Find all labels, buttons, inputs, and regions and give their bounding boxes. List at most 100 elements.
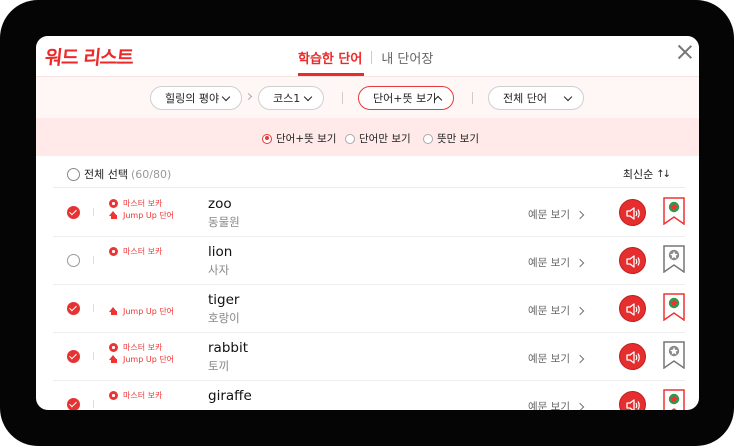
book-dropdown-value: 힐링의 평야 xyxy=(165,92,220,105)
tab-my-wordbook[interactable]: 내 단어장 xyxy=(381,48,433,67)
example-button[interactable]: 예문 보기 xyxy=(528,207,585,222)
tablet-frame: 워드 리스트 학습한 단어 내 단어장 힐링의 평야 코스1 단어+뜻 보기 전… xyxy=(0,0,734,446)
example-label: 예문 보기 xyxy=(528,305,570,317)
checkbox-empty-icon xyxy=(67,167,80,181)
row-divider xyxy=(93,304,94,312)
tab-bar: 학습한 단어 내 단어장 xyxy=(298,48,433,67)
house-icon xyxy=(109,306,118,316)
chevron-right-icon xyxy=(575,306,585,315)
row-divider xyxy=(93,400,94,408)
sort-label: 최신순 xyxy=(622,168,654,181)
word-badges: 마스터 보카 xyxy=(109,389,189,401)
badge-label: 마스터 보카 xyxy=(123,246,163,256)
close-icon[interactable] xyxy=(677,44,693,60)
flower-icon xyxy=(109,390,118,400)
chevron-down-icon xyxy=(221,92,231,102)
radio-meaning-only[interactable]: 뜻만 보기 xyxy=(423,131,479,146)
example-label: 예문 보기 xyxy=(528,401,570,410)
speaker-icon xyxy=(626,351,640,364)
word-meaning: 동물원 xyxy=(208,215,240,229)
radio-unselected-icon xyxy=(345,133,355,144)
select-all-checkbox[interactable]: 전체 선택 (60/80) xyxy=(67,166,171,182)
speaker-button[interactable] xyxy=(619,343,646,370)
row-divider xyxy=(93,208,94,216)
speaker-icon xyxy=(626,399,640,410)
selected-count: (60/80) xyxy=(130,167,172,181)
word-badges: 마스터 보카 Jump Up 단어 xyxy=(109,197,189,221)
chevron-right-icon xyxy=(575,354,585,363)
filter-divider xyxy=(472,92,473,104)
badge-label: Jump Up 단어 xyxy=(123,354,175,364)
master-voca-badge: 마스터 보카 xyxy=(109,197,189,209)
row-divider xyxy=(93,256,94,264)
badge-label: 마스터 보카 xyxy=(123,390,163,400)
example-button[interactable]: 예문 보기 xyxy=(528,399,585,410)
bookmark-icon[interactable] xyxy=(663,293,685,325)
house-icon xyxy=(109,354,118,364)
word-meaning: 사자 xyxy=(208,263,230,277)
word-meaning: 토끼 xyxy=(208,359,230,373)
word-badges: 마스터 보카 xyxy=(109,245,189,257)
course-dropdown[interactable]: 코스1 xyxy=(258,86,324,110)
speaker-button[interactable] xyxy=(619,199,646,226)
badge-label: Jump Up 단어 xyxy=(123,306,175,316)
example-button[interactable]: 예문 보기 xyxy=(528,351,585,366)
row-divider xyxy=(93,352,94,360)
chevron-right-icon xyxy=(244,92,253,101)
view-mode-dropdown[interactable]: 단어+뜻 보기 xyxy=(358,86,454,110)
badge-label: Jump Up 단어 xyxy=(123,210,175,220)
radio-label: 단어만 보기 xyxy=(359,133,411,145)
badge-spacer xyxy=(109,293,189,305)
chevron-right-icon xyxy=(575,258,585,267)
house-icon xyxy=(109,210,118,220)
word-scope-dropdown[interactable]: 전체 단어 xyxy=(488,86,584,110)
word-meaning: 호랑이 xyxy=(208,311,240,325)
row-checkbox[interactable] xyxy=(67,350,80,363)
word-badges: Jump Up 단어 xyxy=(109,293,189,317)
view-option-radio-group: 단어+뜻 보기 단어만 보기 뜻만 보기 xyxy=(36,118,699,156)
speaker-button[interactable] xyxy=(619,295,646,322)
word-row: Jump Up 단어 tiger 호랑이 예문 보기 xyxy=(53,285,685,333)
master-voca-badge: 마스터 보카 xyxy=(109,341,189,353)
row-checkbox[interactable] xyxy=(67,254,80,267)
bookmark-icon[interactable] xyxy=(663,245,685,277)
radio-label: 뜻만 보기 xyxy=(437,133,479,145)
master-voca-badge: 마스터 보카 xyxy=(109,389,189,401)
row-checkbox[interactable] xyxy=(67,206,80,219)
flower-icon xyxy=(109,198,118,208)
radio-word-only[interactable]: 단어만 보기 xyxy=(345,131,411,146)
bookmark-icon[interactable] xyxy=(663,341,685,373)
flower-icon xyxy=(109,246,118,256)
word-list-logo: 워드 리스트 xyxy=(43,47,135,69)
word-text: zoo xyxy=(208,196,232,212)
tab-divider xyxy=(371,51,373,64)
example-label: 예문 보기 xyxy=(528,209,570,221)
row-checkbox[interactable] xyxy=(67,302,80,315)
sort-button[interactable]: 최신순 ↑↓ xyxy=(622,166,671,182)
tab-learned-words[interactable]: 학습한 단어 xyxy=(298,48,362,67)
jump-up-badge: Jump Up 단어 xyxy=(109,353,189,365)
speaker-button[interactable] xyxy=(619,247,646,274)
badge-label: 마스터 보카 xyxy=(123,198,163,208)
select-all-label: 전체 선택 xyxy=(84,168,128,181)
view-mode-dropdown-value: 단어+뜻 보기 xyxy=(373,92,437,105)
speaker-button[interactable] xyxy=(619,391,646,410)
list-header: 전체 선택 (60/80) 최신순 ↑↓ xyxy=(53,156,685,188)
radio-word-meaning[interactable]: 단어+뜻 보기 xyxy=(262,131,336,146)
sort-icon: ↑↓ xyxy=(656,168,671,180)
word-scope-dropdown-value: 전체 단어 xyxy=(503,92,547,105)
radio-selected-icon xyxy=(262,133,272,144)
bookmark-icon[interactable] xyxy=(663,389,685,410)
chevron-down-icon xyxy=(303,92,313,102)
jump-up-badge: Jump Up 단어 xyxy=(109,305,189,317)
flower-icon xyxy=(109,342,118,352)
example-button[interactable]: 예문 보기 xyxy=(528,303,585,318)
row-checkbox[interactable] xyxy=(67,398,80,410)
speaker-icon xyxy=(626,303,640,316)
example-label: 예문 보기 xyxy=(528,353,570,365)
radio-unselected-icon xyxy=(423,133,433,144)
bookmark-icon[interactable] xyxy=(663,197,685,229)
example-button[interactable]: 예문 보기 xyxy=(528,255,585,270)
book-dropdown[interactable]: 힐링의 평야 xyxy=(150,86,242,110)
word-row: 마스터 보카 giraffe 예문 보기 xyxy=(53,381,685,410)
